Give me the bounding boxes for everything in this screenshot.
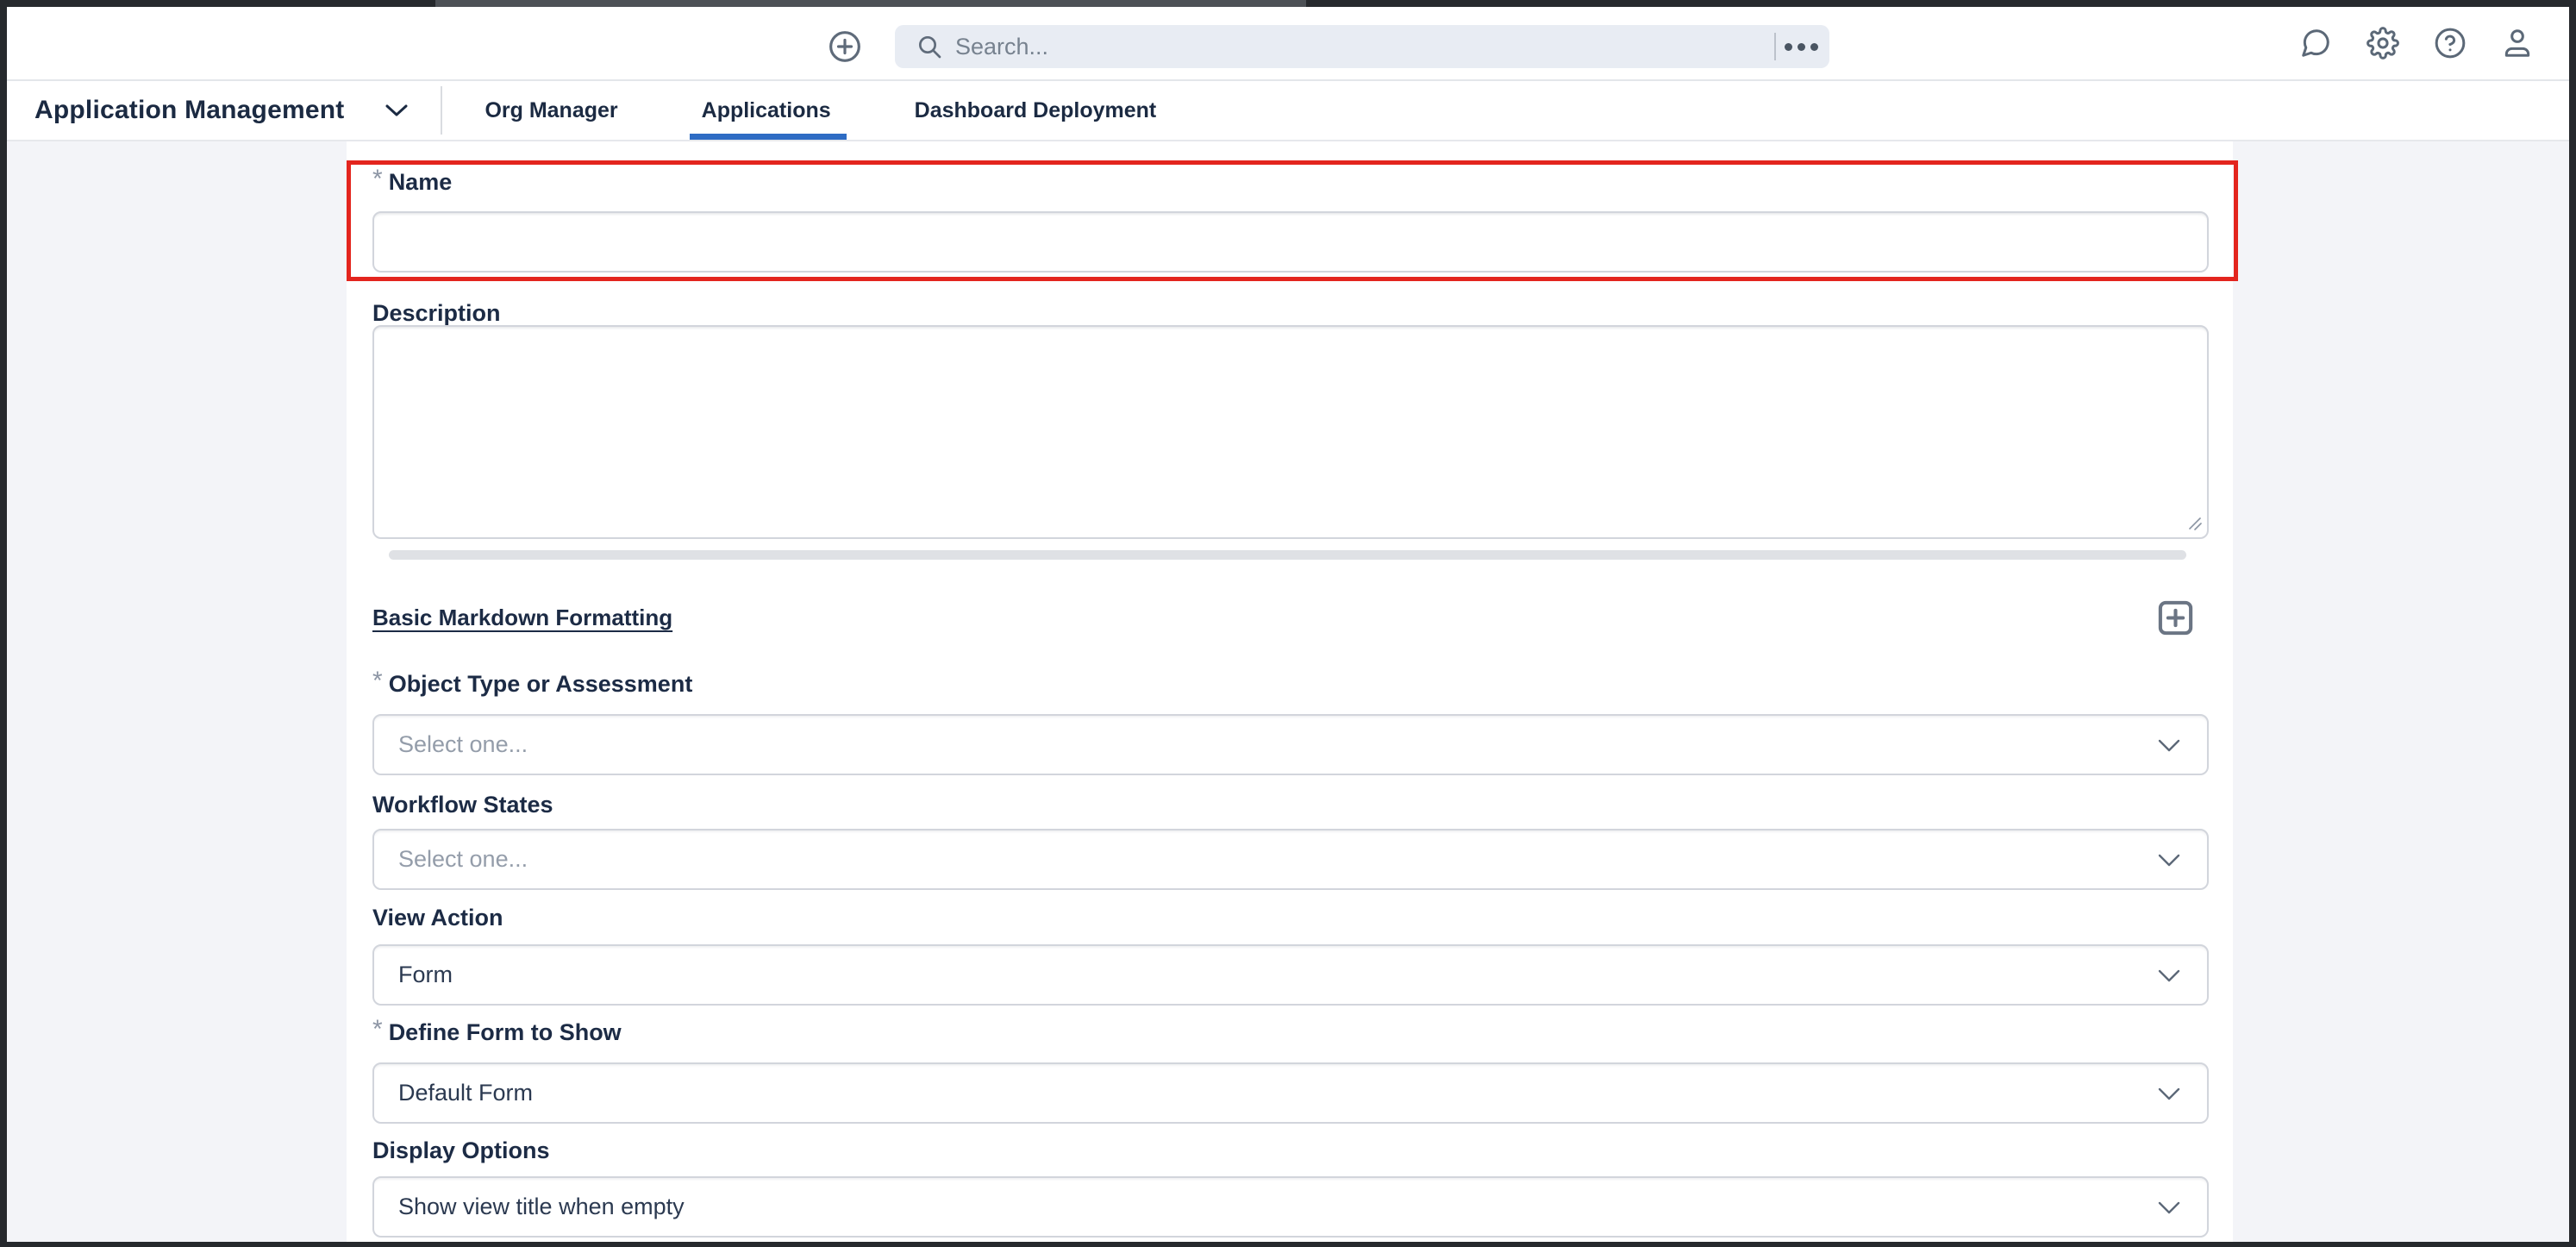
gear-icon (2367, 27, 2399, 60)
app-switcher[interactable]: Application Management (34, 96, 410, 125)
select-value: Default Form (398, 1080, 533, 1106)
object-type-label: * Object Type or Assessment (372, 672, 2209, 696)
app-switcher-label: Application Management (34, 96, 344, 125)
workflow-states-select[interactable]: Select one... (372, 829, 2209, 890)
description-field-wrap (372, 325, 2209, 539)
help-button[interactable] (2434, 27, 2467, 60)
search-divider (1774, 33, 1776, 60)
select-value: Select one... (398, 846, 528, 873)
workflow-states-label: Workflow States (372, 793, 2209, 817)
tab-applications[interactable]: Applications (700, 81, 833, 140)
view-action-label: View Action (372, 905, 2209, 930)
display-options-label: Display Options (372, 1138, 2209, 1162)
tab-list: Org Manager Applications Dashboard Deplo… (483, 81, 1158, 140)
name-label: * Name (372, 170, 2209, 194)
plus-square-icon (2155, 598, 2196, 638)
search-more-options-button[interactable] (1778, 25, 1824, 68)
description-label: Description (372, 301, 2209, 325)
basic-markdown-formatting-link[interactable]: Basic Markdown Formatting (372, 605, 672, 631)
form: * Name Description Basic Markdown For (347, 170, 2233, 1238)
search-bar[interactable] (895, 25, 1829, 68)
user-icon (2501, 27, 2534, 60)
define-form-select[interactable]: Default Form (372, 1062, 2209, 1124)
chevron-down-icon (2157, 968, 2181, 983)
tab-dashboard-deployment[interactable]: Dashboard Deployment (913, 81, 1159, 140)
profile-button[interactable] (2501, 27, 2534, 60)
select-value: Show view title when empty (398, 1194, 685, 1220)
tab-bar: Application Management Org Manager Appli… (7, 81, 2569, 141)
define-form-label: * Define Form to Show (372, 1020, 2209, 1044)
chevron-down-icon (2157, 1087, 2181, 1101)
select-value: Form (398, 962, 453, 988)
form-panel: * Name Description Basic Markdown For (347, 141, 2233, 1242)
app-window: Application Management Org Manager Appli… (0, 0, 2576, 1247)
chat-button[interactable] (2299, 27, 2332, 60)
display-options-select[interactable]: Show view title when empty (372, 1176, 2209, 1238)
tab-org-manager[interactable]: Org Manager (483, 81, 619, 140)
nav-divider (441, 86, 442, 135)
right-gutter (2233, 141, 2569, 1242)
chat-bubble-icon (2299, 27, 2332, 60)
description-textarea[interactable] (372, 325, 2209, 539)
search-input[interactable] (953, 33, 1829, 61)
main-content: * Name Description Basic Markdown For (7, 141, 2569, 1242)
top-bar (7, 7, 2569, 81)
search-icon (916, 33, 943, 60)
name-input[interactable] (372, 211, 2209, 273)
chevron-down-icon (2157, 1200, 2181, 1215)
left-gutter (7, 141, 347, 1242)
view-action-select[interactable]: Form (372, 944, 2209, 1006)
markdown-row: Basic Markdown Formatting (372, 598, 2209, 638)
required-marker: * (372, 167, 383, 191)
object-type-select[interactable]: Select one... (372, 714, 2209, 775)
add-button[interactable] (828, 29, 862, 64)
chevron-down-icon (2157, 853, 2181, 868)
ellipsis-icon (1785, 43, 1792, 51)
chevron-down-icon (2157, 738, 2181, 753)
window-frame-segment (435, 0, 1306, 7)
top-bar-actions (2299, 7, 2534, 79)
chevron-down-icon (384, 103, 410, 118)
select-value: Select one... (398, 731, 528, 758)
horizontal-scrollbar[interactable] (389, 550, 2186, 560)
settings-button[interactable] (2367, 27, 2399, 60)
add-square-button[interactable] (2155, 598, 2196, 638)
plus-circle-icon (828, 29, 862, 64)
required-marker: * (372, 1018, 383, 1042)
question-circle-icon (2434, 27, 2467, 60)
required-marker: * (372, 669, 383, 693)
